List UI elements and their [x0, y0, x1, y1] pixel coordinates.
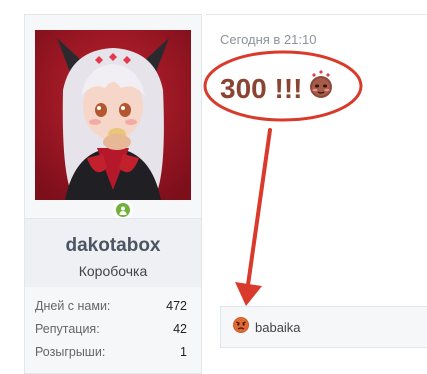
user-title: Коробочка	[78, 263, 148, 279]
avatar[interactable]	[35, 30, 191, 220]
post-message-text: 300 !!!	[220, 72, 303, 104]
username-link[interactable]: dakotabox	[25, 235, 201, 257]
post-timestamp[interactable]: Сегодня в 21:10	[220, 32, 316, 47]
stat-row-giveaways: Розыгрыши: 1	[35, 343, 187, 366]
online-status-icon	[113, 200, 133, 220]
reactions-bar[interactable]: babaika	[220, 306, 427, 348]
stat-label: Репутация:	[35, 322, 100, 336]
stat-value: 1	[180, 345, 187, 359]
post-message: 300 !!!	[220, 70, 336, 107]
user-name-block: dakotabox Коробочка	[25, 219, 201, 287]
stat-label: Розыгрыши:	[35, 345, 106, 359]
post-top-border	[206, 14, 427, 15]
avatar-image	[35, 30, 191, 200]
reaction-username-link[interactable]: babaika	[255, 320, 301, 335]
user-stats: Дней с нами: 472 Репутация: 42 Розыгрыши…	[35, 297, 187, 366]
stat-row-reputation: Репутация: 42	[35, 320, 187, 343]
stat-label: Дней с нами:	[35, 299, 111, 313]
shy-blushing-emoji-icon	[306, 70, 336, 107]
stat-row-days: Дней с нами: 472	[35, 297, 187, 320]
stat-value: 42	[173, 322, 187, 336]
stat-value: 472	[166, 299, 187, 313]
user-card: dakotabox Коробочка Дней с нами: 472 Реп…	[24, 14, 202, 374]
angry-face-icon	[232, 316, 250, 339]
